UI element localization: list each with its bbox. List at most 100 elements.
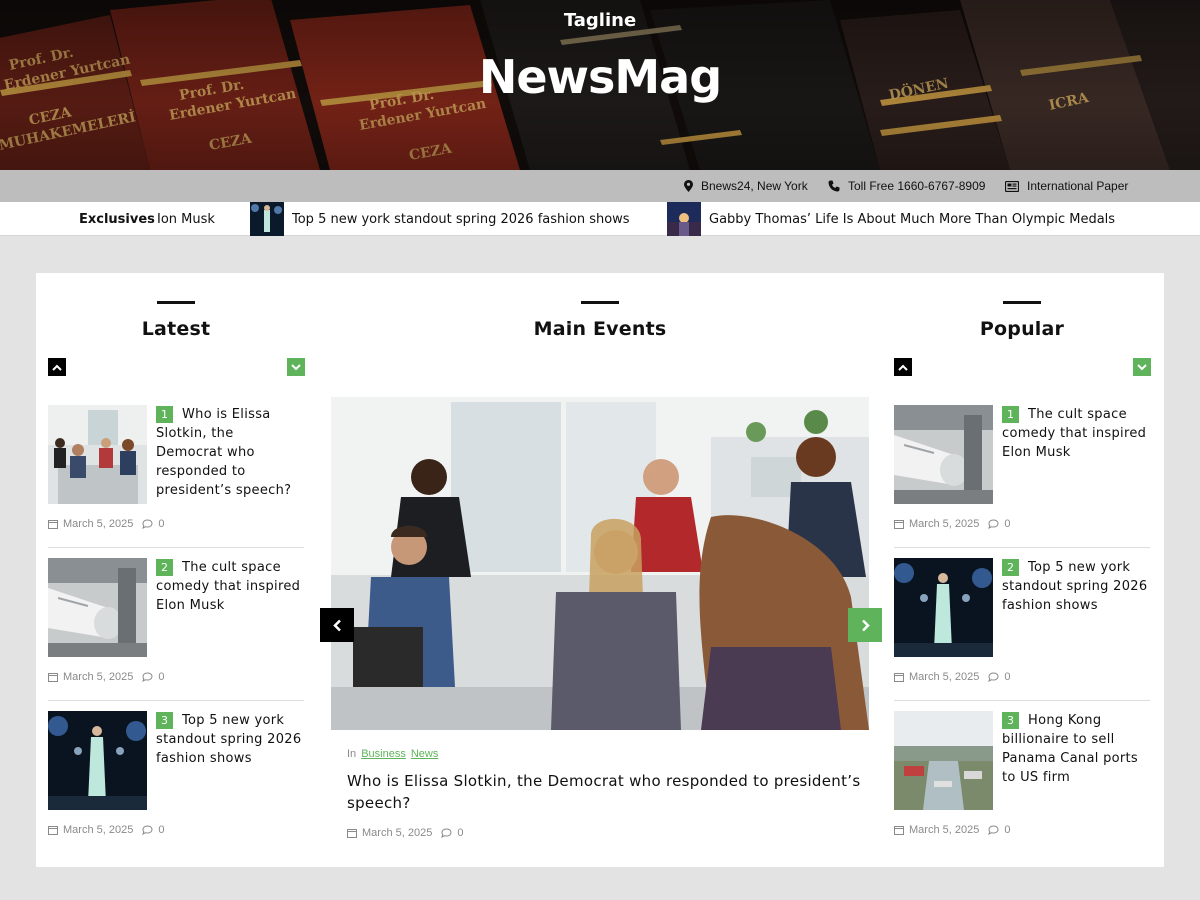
comment-icon xyxy=(142,825,153,835)
post-divider xyxy=(48,547,304,548)
category-link-news[interactable]: News xyxy=(411,748,439,760)
chevron-down-icon xyxy=(291,363,301,370)
comment-icon xyxy=(142,672,153,682)
chevron-down-icon xyxy=(1137,363,1147,370)
post-meta: March 5, 2025 0 xyxy=(894,518,1010,530)
post-thumbnail[interactable] xyxy=(48,558,147,657)
post-thumbnail[interactable] xyxy=(894,558,993,657)
heading-accent-bar xyxy=(1003,301,1041,304)
comment-icon xyxy=(142,519,153,529)
comment-count[interactable]: 0 xyxy=(158,671,164,683)
post-date: March 5, 2025 xyxy=(909,518,980,530)
post-date: March 5, 2025 xyxy=(63,671,134,683)
post-title[interactable]: Top 5 new york standout spring 2026 fash… xyxy=(156,711,304,768)
phone-text: Toll Free 1660-6767-8909 xyxy=(848,179,986,193)
slider-next-button[interactable] xyxy=(848,608,882,642)
popular-scroll-up-button[interactable] xyxy=(894,358,912,376)
heading-accent-bar xyxy=(157,301,195,304)
calendar-icon xyxy=(48,520,58,529)
exclusives-ticker: Exclusives Ion Musk Top 5 new york stand… xyxy=(0,202,1200,236)
main-event-categories: In Business News xyxy=(347,748,438,760)
post-title[interactable]: The cult space comedy that inspired Elon… xyxy=(156,558,304,615)
latest-scroll-down-button[interactable] xyxy=(287,358,305,376)
site-title[interactable]: NewsMag xyxy=(0,50,1200,104)
info-bar: Bnews24, New York Toll Free 1660-6767-89… xyxy=(0,170,1200,202)
post-divider xyxy=(894,547,1150,548)
post-date: March 5, 2025 xyxy=(909,671,980,683)
header-banner: Prof. Dr. Erdener Yurtcan CEZA MUHAKEMEL… xyxy=(0,0,1200,170)
latest-heading: Latest xyxy=(141,318,211,340)
post-title[interactable]: Hong Kong billionaire to sell Panama Can… xyxy=(1002,711,1150,787)
main-event-title[interactable]: Who is Elissa Slotkin, the Democrat who … xyxy=(347,770,867,814)
slider-prev-button[interactable] xyxy=(320,608,354,642)
post-thumbnail[interactable] xyxy=(48,405,147,504)
ticker-thumbnail[interactable] xyxy=(667,202,701,236)
post-thumbnail[interactable] xyxy=(894,405,993,504)
location-info: Bnews24, New York xyxy=(684,179,808,193)
comment-count[interactable]: 0 xyxy=(457,827,463,839)
post-title[interactable]: The cult space comedy that inspired Elon… xyxy=(1002,405,1150,462)
comment-count[interactable]: 0 xyxy=(158,518,164,530)
comment-count[interactable]: 0 xyxy=(1004,518,1010,530)
post-meta: March 5, 2025 0 xyxy=(48,824,164,836)
comment-icon xyxy=(441,828,452,838)
post-thumbnail[interactable] xyxy=(48,711,147,810)
heading-accent-bar xyxy=(581,301,619,304)
paper-info[interactable]: International Paper xyxy=(1005,179,1128,193)
latest-scroll-up-button[interactable] xyxy=(48,358,66,376)
post-meta: March 5, 2025 0 xyxy=(894,824,1010,836)
main-event-meta: March 5, 2025 0 xyxy=(347,827,463,839)
calendar-icon xyxy=(48,673,58,682)
category-link-business[interactable]: Business xyxy=(361,748,406,760)
latest-post-3[interactable]: 3 Top 5 new york standout spring 2026 fa… xyxy=(48,711,304,857)
comment-count[interactable]: 0 xyxy=(158,824,164,836)
chevron-up-icon xyxy=(52,364,62,371)
post-meta: March 5, 2025 0 xyxy=(48,671,164,683)
ticker-label: Exclusives xyxy=(79,211,155,227)
latest-post-2[interactable]: 2 The cult space comedy that inspired El… xyxy=(48,558,304,704)
phone-icon xyxy=(828,180,840,192)
ticker-item[interactable]: Gabby Thomas’ Life Is About Much More Th… xyxy=(667,202,1115,236)
comment-count[interactable]: 0 xyxy=(1004,824,1010,836)
post-title[interactable]: Who is Elissa Slotkin, the Democrat who … xyxy=(156,405,304,500)
paper-text[interactable]: International Paper xyxy=(1027,179,1128,193)
location-text: Bnews24, New York xyxy=(701,179,808,193)
chevron-right-icon xyxy=(861,619,870,631)
post-date: March 5, 2025 xyxy=(63,518,134,530)
popular-section-header: Popular xyxy=(894,301,1150,340)
popular-post-2[interactable]: 2 Top 5 new york standout spring 2026 fa… xyxy=(894,558,1150,704)
calendar-icon xyxy=(347,829,357,838)
post-date: March 5, 2025 xyxy=(63,824,134,836)
categories-prefix: In xyxy=(347,748,357,760)
post-divider xyxy=(48,700,304,701)
post-title[interactable]: Top 5 new york standout spring 2026 fash… xyxy=(1002,558,1150,615)
comment-icon xyxy=(988,519,999,529)
main-events-section-header: Main Events xyxy=(424,301,776,340)
chevron-left-icon xyxy=(332,619,341,631)
comment-count[interactable]: 0 xyxy=(1004,671,1010,683)
calendar-icon xyxy=(894,826,904,835)
ticker-item[interactable]: Ion Musk xyxy=(157,202,215,236)
latest-post-1[interactable]: 1 Who is Elissa Slotkin, the Democrat wh… xyxy=(48,405,304,551)
ticker-thumbnail[interactable] xyxy=(250,202,284,236)
post-date: March 5, 2025 xyxy=(362,827,433,839)
calendar-icon xyxy=(894,520,904,529)
map-pin-icon xyxy=(684,180,693,192)
popular-post-3[interactable]: 3 Hong Kong billionaire to sell Panama C… xyxy=(894,711,1150,857)
popular-scroll-down-button[interactable] xyxy=(1133,358,1151,376)
newspaper-icon xyxy=(1005,180,1019,192)
chevron-up-icon xyxy=(898,364,908,371)
calendar-icon xyxy=(48,826,58,835)
ticker-item[interactable]: Top 5 new york standout spring 2026 fash… xyxy=(250,202,630,236)
phone-info: Toll Free 1660-6767-8909 xyxy=(828,179,985,193)
post-meta: March 5, 2025 0 xyxy=(48,518,164,530)
popular-post-1[interactable]: 1 The cult space comedy that inspired El… xyxy=(894,405,1150,551)
post-thumbnail[interactable] xyxy=(894,711,993,810)
post-date: March 5, 2025 xyxy=(909,824,980,836)
calendar-icon xyxy=(894,673,904,682)
popular-heading: Popular xyxy=(979,318,1065,340)
post-divider xyxy=(894,700,1150,701)
main-event-image[interactable] xyxy=(331,397,869,730)
main-content: Latest 1 Who is Elissa Slotkin, the Demo… xyxy=(36,273,1164,867)
post-meta: March 5, 2025 0 xyxy=(894,671,1010,683)
